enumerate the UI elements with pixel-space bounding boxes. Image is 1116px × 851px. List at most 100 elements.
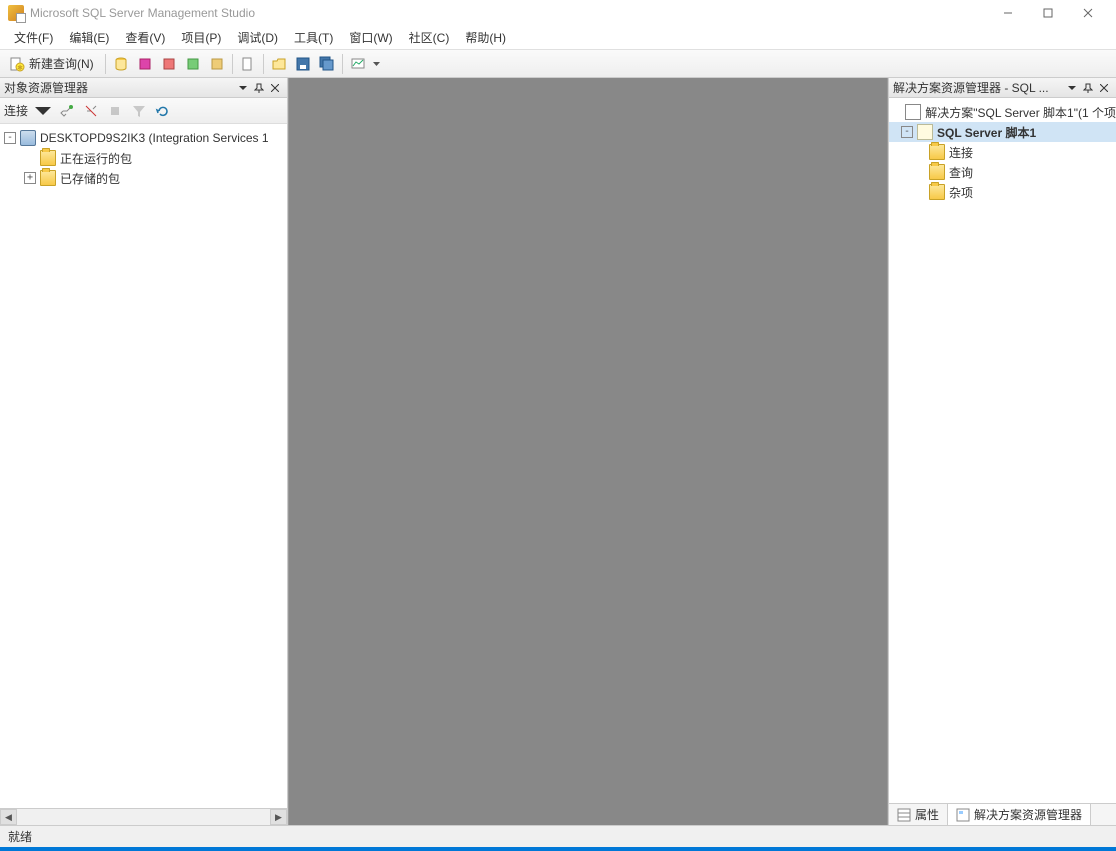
window-title: Microsoft SQL Server Management Studio (30, 6, 988, 20)
save-all-icon (319, 56, 335, 72)
database-icon (113, 56, 129, 72)
menu-edit[interactable]: 编辑(E) (61, 27, 117, 49)
refresh-icon (155, 103, 171, 119)
open-button[interactable] (268, 53, 290, 75)
menubar: 文件(F) 编辑(E) 查看(V) 项目(P) 调试(D) 工具(T) 窗口(W… (0, 26, 1116, 50)
disconnect-icon (83, 103, 99, 119)
folder-icon (40, 150, 56, 166)
tree-solution-node[interactable]: 解决方案"SQL Server 脚本1"(1 个项 (889, 102, 1116, 122)
expand-toggle[interactable]: - (901, 126, 913, 138)
running-packages-label: 正在运行的包 (60, 150, 132, 167)
expand-toggle[interactable]: + (24, 172, 36, 184)
new-query-icon: ✱ (9, 56, 25, 72)
menu-file[interactable]: 文件(F) (6, 27, 61, 49)
menu-help[interactable]: 帮助(H) (457, 27, 514, 49)
status-text: 就绪 (8, 828, 32, 845)
xmla-button[interactable] (182, 53, 204, 75)
properties-icon (897, 808, 911, 822)
new-query-button[interactable]: ✱ 新建查询(N) (4, 53, 101, 75)
activity-monitor-button[interactable] (347, 53, 369, 75)
app-icon (8, 5, 24, 21)
object-explorer-toolbar: 连接 (0, 98, 287, 124)
toolbar-overflow-icon[interactable] (373, 60, 380, 67)
solution-explorer-tree[interactable]: 解决方案"SQL Server 脚本1"(1 个项 - SQL Server 脚… (889, 98, 1116, 803)
plug-icon (59, 103, 75, 119)
menu-view[interactable]: 查看(V) (117, 27, 173, 49)
misc-label: 杂项 (949, 184, 973, 201)
menu-tools[interactable]: 工具(T) (286, 27, 341, 49)
main-toolbar: ✱ 新建查询(N) (0, 50, 1116, 78)
dmx-icon (161, 56, 177, 72)
scroll-track[interactable] (17, 809, 270, 825)
xmla-icon (185, 56, 201, 72)
cube-icon (137, 56, 153, 72)
connect-button[interactable] (56, 100, 78, 122)
disconnect-button[interactable] (80, 100, 102, 122)
server-icon (20, 130, 36, 146)
menu-community[interactable]: 社区(C) (401, 27, 458, 49)
tree-misc-node[interactable]: 杂项 (889, 182, 1116, 202)
panel-dropdown-button[interactable] (235, 80, 251, 96)
expand-toggle[interactable]: - (4, 132, 16, 144)
folder-icon (929, 164, 945, 180)
stop-icon (107, 103, 123, 119)
filter-button[interactable] (128, 100, 150, 122)
activity-icon (350, 56, 366, 72)
expand-spacer (24, 152, 36, 164)
stored-packages-label: 已存储的包 (60, 170, 120, 187)
titlebar: Microsoft SQL Server Management Studio (0, 0, 1116, 26)
refresh-button[interactable] (152, 100, 174, 122)
bottom-accent-bar (0, 847, 1116, 851)
dmx-button[interactable] (158, 53, 180, 75)
save-button[interactable] (292, 53, 314, 75)
menu-window[interactable]: 窗口(W) (341, 27, 400, 49)
ce-query-button[interactable] (206, 53, 228, 75)
document-area (288, 78, 888, 825)
maximize-button[interactable] (1028, 0, 1068, 26)
tree-connections-node[interactable]: 连接 (889, 142, 1116, 162)
panel-close-button[interactable] (267, 80, 283, 96)
panel-close-button[interactable] (1096, 80, 1112, 96)
tree-running-packages[interactable]: 正在运行的包 (0, 148, 287, 168)
object-explorer-scrollbar[interactable]: ◀ ▶ (0, 808, 287, 825)
status-bar: 就绪 (0, 825, 1116, 847)
properties-tab-label: 属性 (915, 806, 939, 823)
new-query-label: 新建查询(N) (29, 55, 94, 72)
db-query-button[interactable] (110, 53, 132, 75)
close-button[interactable] (1068, 0, 1108, 26)
object-explorer-tree[interactable]: - DESKTOPD9S2IK3 (Integration Services 1… (0, 124, 287, 808)
minimize-button[interactable] (988, 0, 1028, 26)
ce-icon (209, 56, 225, 72)
tree-queries-node[interactable]: 查询 (889, 162, 1116, 182)
solution-explorer-tab-label: 解决方案资源管理器 (974, 806, 1082, 823)
mdx-button[interactable] (134, 53, 156, 75)
filter-icon (131, 103, 147, 119)
panel-pin-button[interactable] (251, 80, 267, 96)
tree-project-node[interactable]: - SQL Server 脚本1 (889, 122, 1116, 142)
solution-explorer-panel: 解决方案资源管理器 - SQL ... 解决方案"SQL Server 脚本1"… (888, 78, 1116, 825)
tab-solution-explorer[interactable]: 解决方案资源管理器 (948, 804, 1091, 825)
tab-properties[interactable]: 属性 (889, 804, 948, 825)
panel-pin-button[interactable] (1080, 80, 1096, 96)
scroll-left-button[interactable]: ◀ (0, 809, 17, 825)
folder-icon (929, 184, 945, 200)
menu-debug[interactable]: 调试(D) (229, 27, 286, 49)
folder-icon (40, 170, 56, 186)
connect-label: 连接 (4, 102, 30, 119)
save-all-button[interactable] (316, 53, 338, 75)
new-file-button[interactable] (237, 53, 259, 75)
solution-label: 解决方案"SQL Server 脚本1"(1 个项 (925, 104, 1116, 121)
menu-project[interactable]: 项目(P) (173, 27, 229, 49)
scroll-right-button[interactable]: ▶ (270, 809, 287, 825)
svg-text:✱: ✱ (17, 64, 23, 72)
tree-stored-packages[interactable]: + 已存储的包 (0, 168, 287, 188)
tree-server-node[interactable]: - DESKTOPD9S2IK3 (Integration Services 1 (0, 128, 287, 148)
panel-dropdown-button[interactable] (1064, 80, 1080, 96)
solution-explorer-icon (956, 808, 970, 822)
script-project-icon (917, 124, 933, 140)
connect-dropdown[interactable] (32, 100, 54, 122)
solution-icon (905, 104, 921, 120)
stop-button[interactable] (104, 100, 126, 122)
save-icon (295, 56, 311, 72)
object-explorer-title: 对象资源管理器 (4, 79, 235, 96)
